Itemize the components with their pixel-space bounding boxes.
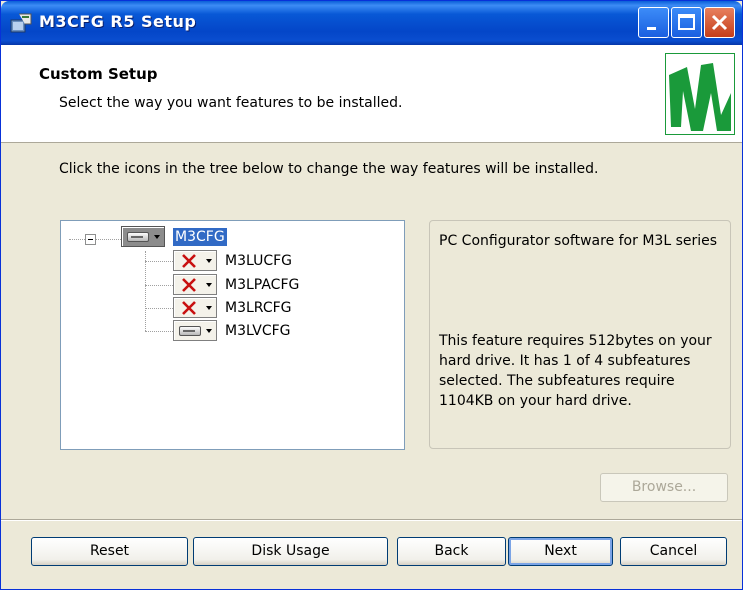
hard-drive-icon (127, 232, 149, 242)
feature-state-button-m3lvcfg[interactable] (173, 320, 217, 341)
dropdown-arrow-icon (206, 283, 212, 287)
page-subtitle: Select the way you want features to be i… (59, 95, 403, 111)
tree-connector (145, 261, 173, 262)
disk-usage-button[interactable]: Disk Usage (193, 537, 388, 566)
tree-node-m3lpacfg[interactable]: M3LPACFG (223, 276, 301, 294)
close-icon (711, 14, 728, 31)
tree-node-m3lucfg[interactable]: M3LUCFG (223, 252, 294, 270)
tree-node-m3lvcfg[interactable]: M3LVCFG (223, 322, 293, 340)
feature-description-body: This feature requires 512bytes on your h… (439, 333, 712, 409)
browse-button[interactable]: Browse... (600, 473, 728, 502)
maximize-icon (678, 14, 695, 30)
feature-tree[interactable]: M3CFG M3LUCFG M3LPACFG M3LRCFG M3LVCFG (60, 220, 405, 450)
red-x-icon (182, 278, 196, 292)
feature-description-title: PC Configurator software for M3L series (439, 233, 718, 249)
feature-state-button-m3lpacfg[interactable] (173, 274, 217, 295)
tree-connector (145, 308, 173, 309)
installer-icon (10, 13, 32, 33)
feature-description-panel: PC Configurator software for M3L series … (429, 220, 731, 449)
header-banner: Custom Setup Select the way you want fea… (1, 45, 742, 143)
feature-state-button-m3cfg[interactable] (121, 226, 165, 247)
minimize-button[interactable] (638, 7, 669, 38)
dropdown-arrow-icon (154, 235, 160, 239)
setup-window: M3CFG R5 Setup Custom Setup Select the w… (0, 0, 743, 590)
tree-node-m3cfg[interactable]: M3CFG (173, 228, 227, 246)
reset-button[interactable]: Reset (31, 537, 188, 566)
feature-state-button-m3lucfg[interactable] (173, 250, 217, 271)
close-button[interactable] (704, 7, 735, 38)
dropdown-arrow-icon (206, 306, 212, 310)
separator (1, 519, 742, 521)
maximize-button[interactable] (671, 7, 702, 38)
collapse-toggle[interactable] (85, 234, 96, 245)
dropdown-arrow-icon (206, 329, 212, 333)
tree-connector (96, 239, 121, 240)
tree-node-m3lrcfg[interactable]: M3LRCFG (223, 299, 294, 317)
title-bar[interactable]: M3CFG R5 Setup (1, 1, 742, 45)
feature-state-button-m3lrcfg[interactable] (173, 297, 217, 318)
hard-drive-icon (179, 326, 201, 336)
red-x-icon (182, 254, 196, 268)
instruction-text: Click the icons in the tree below to cha… (59, 161, 599, 177)
minimize-icon (647, 27, 656, 30)
back-button[interactable]: Back (397, 537, 506, 566)
page-title: Custom Setup (39, 65, 158, 83)
window-title: M3CFG R5 Setup (39, 12, 197, 31)
m-system-logo (665, 53, 735, 135)
tree-connector (145, 251, 146, 331)
tree-connector (145, 285, 173, 286)
tree-connector (145, 331, 173, 332)
tree-connector (69, 239, 85, 240)
next-button[interactable]: Next (508, 537, 613, 566)
red-x-icon (182, 301, 196, 315)
cancel-button[interactable]: Cancel (620, 537, 727, 566)
dropdown-arrow-icon (206, 259, 212, 263)
